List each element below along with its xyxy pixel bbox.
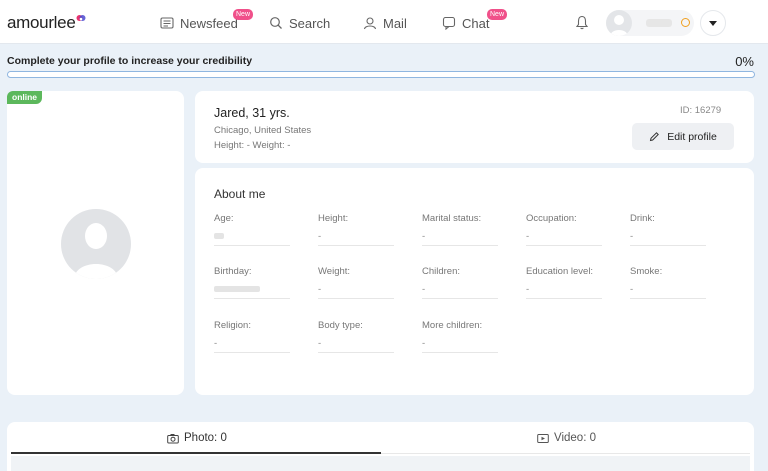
field-underline [630,245,706,246]
media-content-area [11,456,750,471]
field-underline [630,298,706,299]
logo-heart-icon [76,15,86,21]
user-silhouette-icon [74,223,118,279]
progress-percent: 0% [735,54,754,69]
field-value: - [630,284,634,295]
field-value: - [422,338,426,349]
profile-height-weight: Height: - Weight: - [214,140,291,151]
field-value: - [318,231,322,242]
nav-newsfeed[interactable]: Newsfeed New [160,9,254,32]
user-name-redacted [646,19,672,27]
field-underline [526,298,602,299]
field-label: Education level: [526,266,594,277]
user-silhouette-icon [610,15,628,36]
field-underline [526,245,602,246]
field-underline [214,298,290,299]
field-label: Birthday: [214,266,252,277]
field-underline [422,298,498,299]
user-avatar[interactable] [606,10,632,36]
dropdown-button[interactable] [700,10,726,36]
tab-photo[interactable]: Photo: 0 [167,430,227,446]
field-underline [422,245,498,246]
profile-avatar[interactable] [61,209,131,279]
field-underline [422,352,498,353]
field-value: - [526,284,530,295]
field-value: - [422,231,426,242]
nav-chat-label: Chat [462,15,490,31]
profile-location: Chicago, United States [214,125,312,136]
field-value: - [318,338,322,349]
field-underline [318,352,394,353]
active-tab-underline [11,452,381,454]
field-label: Smoke: [630,266,663,277]
pencil-icon [650,132,660,142]
field-label: Body type: [318,320,363,331]
nav-newsfeed-label: Newsfeed [180,15,238,31]
field-label: Religion: [214,320,251,331]
about-title: About me [214,187,266,201]
redacted-value [214,233,224,239]
field-underline [214,245,290,246]
field-label: Height: [318,213,349,224]
tab-video[interactable]: Video: 0 [537,430,596,446]
field-underline [214,352,290,353]
nav-mail[interactable]: Mail [363,14,407,32]
field-underline [318,298,394,299]
camera-icon [167,433,179,443]
nav-mail-label: Mail [383,15,407,31]
field-label: Drink: [630,213,655,224]
mail-icon [363,17,377,30]
field-label: Age: [214,213,234,224]
field-value: - [630,231,634,242]
chat-icon [442,16,456,30]
field-value: - [422,284,426,295]
nav-search-label: Search [289,15,331,31]
status-dot-icon [681,18,690,27]
field-label: More children: [422,320,483,331]
field-value: - [318,284,322,295]
new-badge: New [233,9,254,20]
logo[interactable]: amourlee [7,13,76,33]
about-me-card [195,168,754,395]
tab-photo-label: Photo: 0 [184,432,227,444]
nav-chat[interactable]: Chat New [442,9,508,32]
bell-icon[interactable] [575,15,589,30]
profile-name: Jared, 31 yrs. [214,106,290,120]
field-label: Occupation: [526,213,577,224]
field-label: Children: [422,266,461,277]
video-icon [537,433,549,443]
tab-video-label: Video: 0 [554,432,596,444]
nav-search[interactable]: Search [269,14,330,32]
field-value: - [214,338,218,349]
newsfeed-icon [160,17,174,29]
field-value: - [526,231,530,242]
online-badge: online [7,91,43,104]
new-badge: New [487,9,508,20]
profile-id: ID: 16279 [680,105,722,116]
redacted-value [214,286,260,292]
progress-bar [7,71,755,78]
progress-text: Complete your profile to increase your c… [7,55,253,67]
edit-profile-label: Edit profile [667,130,717,143]
field-label: Weight: [318,266,351,277]
search-icon [270,17,282,29]
field-underline [318,245,394,246]
edit-profile-button[interactable]: Edit profile [632,123,734,150]
field-label: Marital status: [422,213,482,224]
